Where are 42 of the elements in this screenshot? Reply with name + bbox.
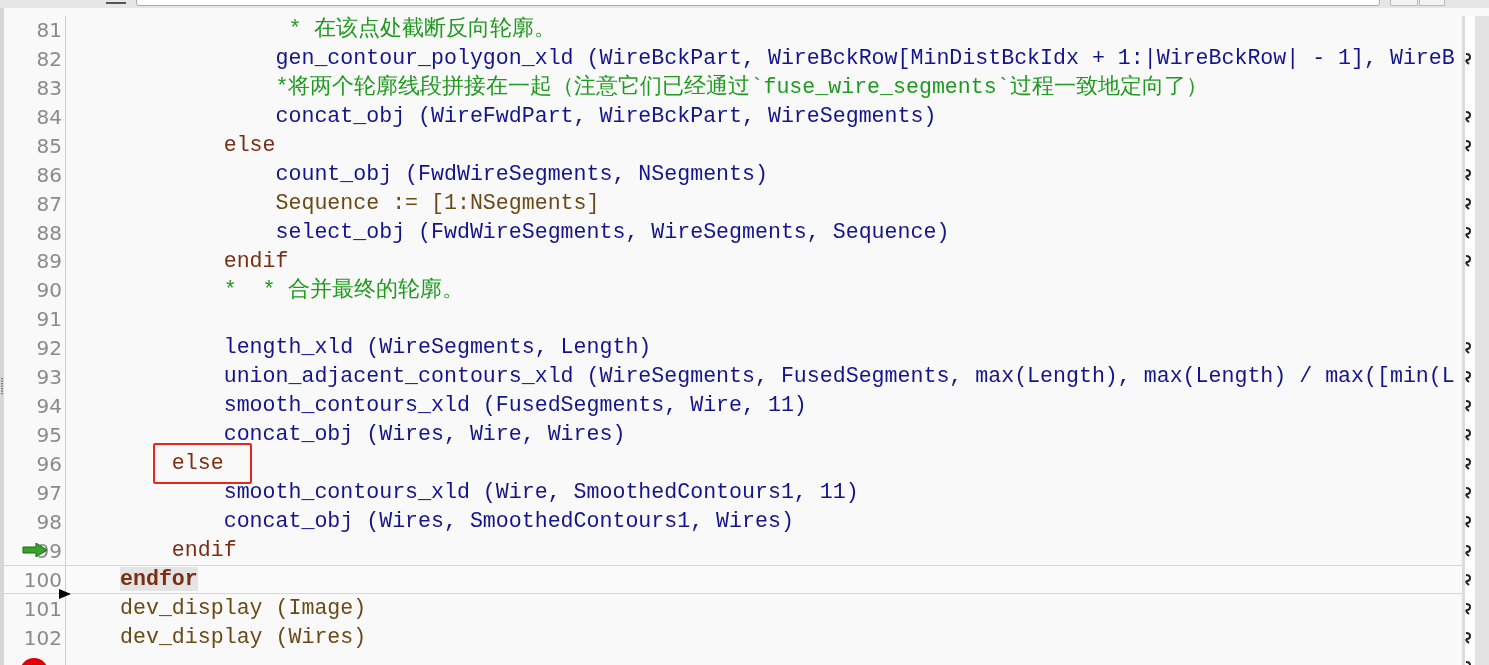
code-text: else bbox=[222, 134, 276, 157]
code-text: concat_obj (WireFwdPart, WireBckPart, WireSegments) bbox=[274, 106, 937, 128]
line-number: 87 bbox=[36, 191, 62, 216]
line-number: 100 bbox=[23, 567, 62, 592]
code-text: Sequence := [1:NSegments] bbox=[274, 192, 600, 215]
code-text: * * 合并最终的轮廓。 bbox=[222, 279, 465, 302]
code-text: union_adjacent_contours_xld (WireSegments, FusedSegments, max(Length), max(Length) / max([min(L bbox=[222, 366, 1455, 388]
line-number: 96 bbox=[36, 452, 62, 477]
line-number: 93 bbox=[36, 365, 62, 390]
line-number: 88 bbox=[36, 220, 62, 245]
line-number: 82 bbox=[36, 46, 62, 71]
line-number: 92 bbox=[36, 336, 62, 361]
code-text: concat_obj (Wires, Wire, Wires) bbox=[222, 424, 626, 446]
line-number: 101 bbox=[23, 596, 62, 621]
line-number: 90 bbox=[36, 278, 62, 303]
scrollbar[interactable] bbox=[1475, 15, 1489, 665]
code-text: endfor bbox=[120, 567, 198, 591]
line-number: 102 bbox=[23, 625, 62, 650]
code-text: endif bbox=[170, 540, 237, 562]
code-text: else bbox=[171, 451, 224, 476]
code-text: dev_display (Image) bbox=[119, 597, 367, 620]
code-text: smooth_contours_xld (Wire, SmoothedContours1, 11) bbox=[222, 482, 859, 504]
code-text: gen_contour_polygon_xld (WireBckPart, WireBckRow[MinDistBckIdx + 1:|WireBckRow| - 1], WireB bbox=[274, 48, 1455, 70]
line-number: 98 bbox=[36, 509, 62, 534]
code-text: endif bbox=[222, 250, 289, 273]
line-number: 84 bbox=[36, 104, 62, 129]
line-number: 89 bbox=[36, 249, 62, 274]
line-number: 86 bbox=[36, 162, 62, 187]
line-number: 85 bbox=[36, 133, 62, 158]
line-number: 83 bbox=[36, 75, 62, 100]
line-number: 95 bbox=[36, 423, 62, 448]
code-text: length_xld (WireSegments, Length) bbox=[222, 337, 652, 360]
splitter-handle-icon[interactable] bbox=[0, 376, 4, 396]
code-text: count_obj (FwdWireSegments, NSegments) bbox=[274, 163, 768, 186]
line-number: 91 bbox=[36, 307, 62, 332]
line-number: 94 bbox=[36, 394, 62, 419]
code-text: select_obj (FwdWireSegments, WireSegments, Sequence) bbox=[274, 221, 950, 244]
line-number: 97 bbox=[36, 480, 62, 505]
line-number: 81 bbox=[36, 17, 62, 42]
code-text: smooth_contours_xld (FusedSegments, Wire, 11) bbox=[222, 395, 807, 417]
code-text: dev_display (Wires) bbox=[119, 626, 367, 649]
code-text: concat_obj (Wires, SmoothedContours1, Wires) bbox=[222, 511, 794, 533]
